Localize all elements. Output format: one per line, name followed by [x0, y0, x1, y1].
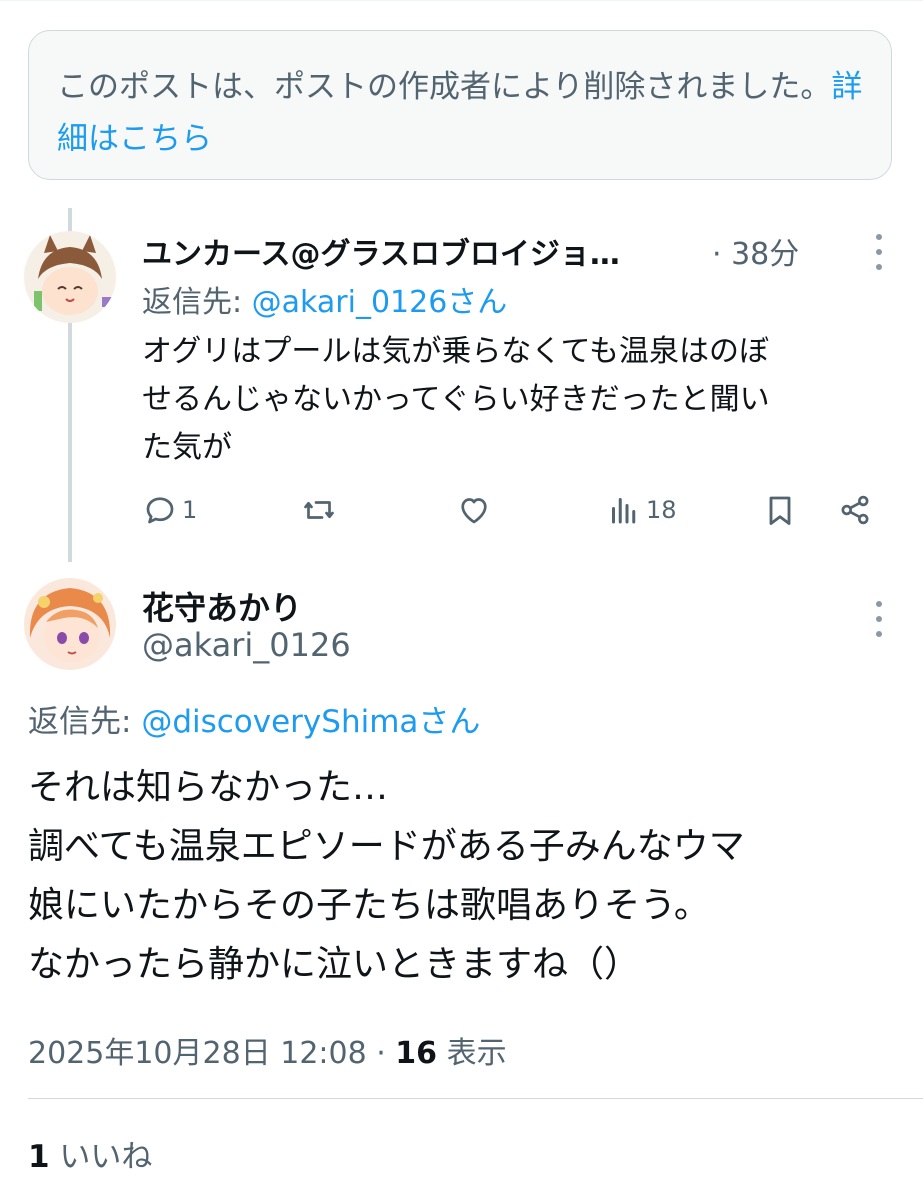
post-date[interactable]: 2025年10月28日 12:08 · [28, 1036, 395, 1071]
views-button[interactable]: 18 [606, 492, 677, 528]
views-count: 18 [646, 496, 677, 524]
divider [28, 1098, 923, 1099]
reply-to-label: 返信先: [142, 285, 252, 320]
reply-to-handle-link[interactable]: @discoveryShimaさん [141, 704, 480, 740]
views-label: 表示 [437, 1036, 507, 1071]
reply-post-body: オグリはプールは気が乗らなくても温泉はのぼ せるんじゃないかってぐらい好きだった… [142, 328, 902, 472]
avatar[interactable] [24, 231, 116, 323]
main-author-name[interactable]: 花守あかり [142, 583, 302, 629]
reply-count: 1 [182, 496, 198, 524]
reply-button[interactable]: 1 [142, 492, 197, 528]
more-icon[interactable] [865, 234, 893, 270]
reply-icon [146, 497, 174, 524]
main-author-handle[interactable]: @akari_0126 [142, 626, 351, 664]
deleted-post-notice: このポストは、ポストの作成者により削除されました。詳細はこちら [28, 30, 892, 180]
avatar[interactable] [24, 578, 116, 670]
post-text-line: 調べても温泉エピソードがある子みんなウマ [28, 826, 745, 867]
like-icon [461, 498, 487, 524]
views-icon [612, 498, 636, 524]
likes-label: いいね [49, 1139, 153, 1175]
reply-author-name[interactable]: ユンカース@グラスロブロイジョ… [142, 229, 710, 273]
more-icon[interactable] [865, 601, 893, 637]
likes-number: 1 [28, 1139, 50, 1175]
share-button[interactable] [836, 492, 874, 528]
post-text-line: せるんじゃないかってぐらい好きだったと聞い [142, 382, 770, 417]
likes-summary[interactable]: 1 いいね [28, 1131, 152, 1176]
like-button[interactable] [456, 492, 496, 528]
bookmark-button[interactable] [762, 492, 798, 528]
top-divider [0, 0, 923, 1]
reply-to-handle-link[interactable]: @akari_0126さん [252, 285, 508, 320]
post-text-line: オグリはプールは気が乗らなくても温泉はのぼ [142, 334, 769, 369]
retweet-button[interactable] [300, 492, 342, 528]
reply-to-line: 返信先: @akari_0126さん [142, 277, 507, 321]
retweet-icon [304, 501, 334, 519]
post-text-line: それは知らなかった… [28, 767, 389, 808]
views-number: 16 [395, 1036, 438, 1071]
post-time[interactable]: · 38分 [712, 229, 799, 273]
post-text-line: なかったら静かに泣いときますね（） [28, 944, 641, 985]
reply-to-line: 返信先: @discoveryShimaさん [28, 696, 480, 741]
post-metadata: 2025年10月28日 12:08 · 16 表示 [28, 1028, 507, 1072]
post-text-line: 娘にいたからその子たちは歌唱ありそう。 [28, 885, 710, 926]
deleted-notice-text: このポストは、ポストの作成者により削除されました。 [57, 69, 832, 105]
main-post-body: それは知らなかった… 調べても温泉エピソードがある子みんなウマ 娘にいたからその… [28, 758, 908, 994]
post-text-line: た気が [142, 430, 232, 465]
share-icon [841, 495, 869, 525]
reply-to-label: 返信先: [28, 704, 142, 740]
bookmark-icon [769, 496, 791, 525]
